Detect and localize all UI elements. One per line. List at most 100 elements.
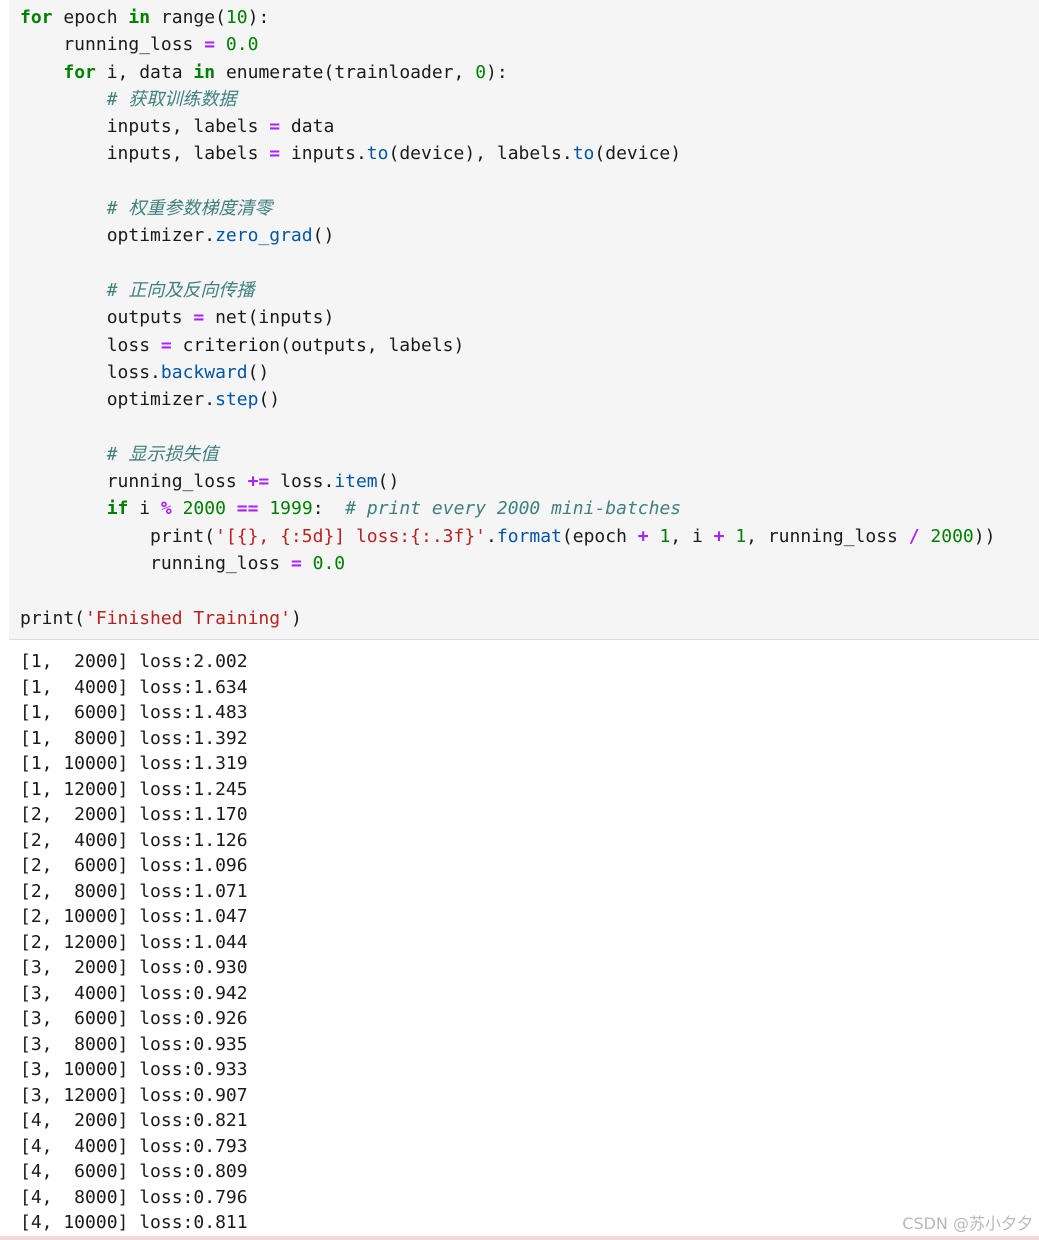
code-token: 权重参数梯度清零	[128, 198, 273, 220]
code-line: if i % 2000 == 1999: # print every 2000 …	[20, 495, 995, 522]
code-token: #	[106, 279, 129, 301]
code-token: %	[160, 498, 172, 520]
output-line: [3, 12000] loss:0.907	[20, 1084, 248, 1106]
code-editor[interactable]: for epoch in range(10): running_loss = 0…	[20, 4, 995, 632]
code-token: format	[496, 525, 562, 547]
output-line: [1, 6000] loss:1.483	[20, 702, 248, 723]
code-token: =	[269, 143, 281, 165]
output-line: [4, 10000] loss:0.811	[20, 1212, 248, 1233]
code-token: range(	[150, 7, 226, 28]
code-token: #	[106, 198, 129, 220]
code-line: for epoch in range(10):	[20, 4, 995, 31]
code-token: ):	[247, 7, 270, 28]
code-token: 1999	[269, 498, 313, 520]
cell-output: [1, 2000] loss:2.002 [1, 4000] loss:1.634…	[20, 649, 248, 1236]
code-token: )	[290, 607, 302, 629]
code-line: # 权重参数梯度清零	[20, 195, 995, 222]
code-token: print(	[20, 607, 86, 629]
code-token: :	[312, 498, 346, 520]
output-line: [4, 8000] loss:0.796	[20, 1186, 248, 1208]
code-token: outputs	[20, 307, 194, 329]
code-line: optimizer.step()	[20, 386, 995, 413]
code-token: +=	[247, 471, 270, 493]
code-token: ))	[973, 525, 996, 547]
code-token: epoch	[52, 7, 129, 28]
code-token: loss	[20, 334, 161, 356]
output-line: [2, 6000] loss:1.096	[20, 855, 248, 876]
code-token: 2000	[930, 525, 974, 547]
code-token: to	[572, 143, 595, 165]
code-line: print('[{}, {:5d}] loss:{:.3f}'.format(e…	[20, 523, 995, 550]
code-token: backward	[160, 361, 248, 383]
code-token: =	[204, 34, 216, 56]
output-line: [2, 8000] loss:1.071	[20, 880, 248, 902]
code-token: (epoch	[561, 525, 638, 547]
code-token: ()	[258, 389, 281, 411]
output-line: [4, 4000] loss:0.793	[20, 1135, 248, 1157]
code-token: inputs.	[280, 143, 367, 165]
output-line: [3, 10000] loss:0.933	[20, 1059, 248, 1080]
code-token: if	[106, 498, 129, 520]
code-line: running_loss += loss.item()	[20, 468, 995, 495]
code-token: +	[637, 525, 649, 547]
code-token: +	[713, 525, 725, 547]
output-line: [2, 4000] loss:1.126	[20, 829, 248, 851]
code-line: outputs = net(inputs)	[20, 304, 995, 331]
output-line: [2, 2000] loss:1.170	[20, 804, 248, 825]
code-token: 显示损失值	[128, 443, 219, 465]
code-token: #	[106, 88, 129, 110]
output-line: [1, 12000] loss:1.245	[20, 778, 248, 800]
code-line: inputs, labels = inputs.to(device), labe…	[20, 140, 995, 167]
code-token: 获取训练数据	[128, 88, 237, 110]
code-token: 0.0	[312, 552, 346, 574]
code-token: 10	[225, 7, 248, 28]
code-token: data	[280, 116, 335, 138]
code-token: 1	[735, 525, 747, 547]
code-line: for i, data in enumerate(trainloader, 0)…	[20, 59, 995, 86]
code-token: .	[486, 525, 497, 547]
code-token: inputs, labels	[20, 116, 270, 138]
code-token: print(	[20, 525, 216, 547]
code-token: net(inputs)	[204, 307, 335, 329]
code-token: ()	[247, 361, 270, 383]
code-line: running_loss = 0.0	[20, 31, 995, 58]
code-token: 'Finished Training'	[85, 607, 291, 629]
output-line: [3, 2000] loss:0.930	[20, 957, 248, 978]
code-token: , i	[670, 525, 714, 547]
code-token: in	[128, 7, 151, 28]
code-cell-input[interactable]: for epoch in range(10): running_loss = 0…	[9, 0, 1039, 640]
code-token: ==	[236, 498, 259, 520]
output-line: [1, 10000] loss:1.319	[20, 753, 248, 774]
code-token: =	[160, 334, 172, 356]
code-token: inputs, labels	[20, 143, 270, 165]
code-token: enumerate(trainloader,	[215, 61, 476, 83]
code-token: =	[193, 307, 205, 329]
code-token: 2000	[182, 498, 226, 520]
code-token: , running_loss	[746, 525, 909, 547]
code-token: # print every 2000 mini-batches	[345, 498, 682, 520]
code-line: optimizer.zero_grad()	[20, 222, 995, 249]
code-token: #	[106, 443, 129, 465]
code-token: /	[908, 525, 920, 547]
code-token: in	[193, 61, 216, 83]
output-line: [3, 8000] loss:0.935	[20, 1033, 248, 1055]
code-line: loss = criterion(outputs, labels)	[20, 332, 995, 359]
code-token: 0	[475, 61, 487, 83]
bottom-bar	[0, 1236, 1039, 1240]
